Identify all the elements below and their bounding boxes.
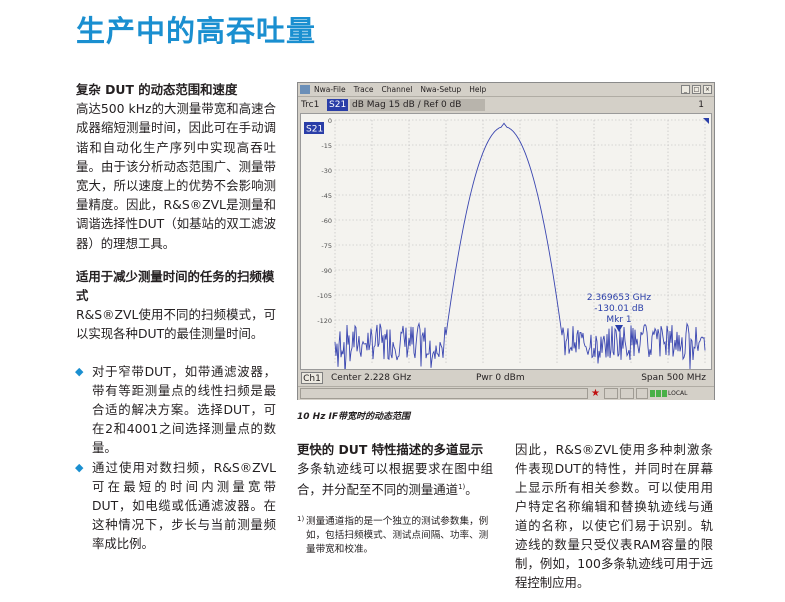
analyzer-screenshot: Nwa-File Trace Channel Nwa-Setup Help _ … xyxy=(297,82,715,400)
y-tick-label: -30 xyxy=(321,167,332,175)
marker-frequency: 2.369653 GHz xyxy=(587,293,652,303)
trace-plot-area: S21 0 -15 -30 -45 -60 -75 -90 -105 -120 2.369653 G… xyxy=(300,113,712,370)
bullet-item-linear-sweep: ◆ 对于窄带DUT，如带通滤波器，带有等距测量点的线性扫频是最合适的解决方案。选择… xyxy=(75,363,276,456)
restore-icon[interactable]: □ xyxy=(692,85,701,94)
y-tick-label: -90 xyxy=(321,267,332,275)
footnote-text: 测量通道指的是一个独立的测试参数集，例如，包括扫频模式、测试点间隔、功率、测量带… xyxy=(306,516,489,556)
left-column: 复杂 DUT 的动态范围和速度 高达500 kHz的大测量带宽和高速合成器缩短测… xyxy=(75,80,276,554)
star-icon: ★ xyxy=(591,388,600,399)
middle-column: 更快的 DUT 特性描述的多道显示 多条轨迹线可以根据要求在图中组合，并分配至不… xyxy=(297,440,493,557)
trace-plot-svg: S21 0 -15 -30 -45 -60 -75 -90 -105 -120 2.369653 G… xyxy=(304,117,709,369)
instrument-menubar: Nwa-File Trace Channel Nwa-Setup Help _ … xyxy=(298,83,714,97)
marker-level: -130.01 dB xyxy=(594,304,644,314)
frequency-span[interactable]: Span 500 MHz xyxy=(641,371,706,385)
source-power[interactable]: Pwr 0 dBm xyxy=(476,371,525,385)
status-message-cell xyxy=(300,388,588,399)
section-heading-sweep-modes: 适用于减少测量时间的任务的扫频模式 xyxy=(76,268,275,304)
page-title: 生产中的高吞吐量 xyxy=(76,14,317,48)
center-frequency[interactable]: Center 2.228 GHz xyxy=(331,371,411,385)
section-heading-multichannel: 更快的 DUT 特性描述的多道显示 xyxy=(297,442,484,457)
y-tick-label: -45 xyxy=(321,192,332,200)
status-cell xyxy=(620,388,634,399)
y-tick-label: -120 xyxy=(317,317,332,325)
instrument-statusbar: ★ LOCAL xyxy=(298,386,714,400)
footnote-mark: 1) xyxy=(297,515,305,524)
y-tick-label: -75 xyxy=(321,242,332,250)
footnote: 1) 测量通道指的是一个独立的测试参数集，例如，包括扫频模式、测试点间隔、功率、… xyxy=(297,515,493,557)
menu-item-help[interactable]: Help xyxy=(469,83,486,97)
marker-name: Mkr 1 xyxy=(606,315,631,325)
plot-tag: S21 xyxy=(306,125,323,135)
section-text-dynamic-range: 高达500 kHz的大测量带宽和高速合成器缩短测量时间，因此可在手动调谐和自动化… xyxy=(76,101,276,251)
bullet-item-log-sweep: ◆ 通过使用对数扫频，R&S®ZVL可在最短的时间内测量宽带DUT，如电缆或低通滤… xyxy=(75,459,276,552)
figure-caption: 10 Hz IF带宽时的动态范围 xyxy=(297,412,411,422)
local-indicator: LOCAL xyxy=(668,390,688,397)
trace-label[interactable]: Trc1 xyxy=(301,98,319,112)
status-leds-icon xyxy=(650,390,667,397)
close-icon[interactable]: × xyxy=(703,85,712,94)
trace-param[interactable]: S21 xyxy=(327,99,349,111)
app-system-icon[interactable] xyxy=(300,85,310,94)
diamond-bullet-icon: ◆ xyxy=(75,460,84,474)
status-cell xyxy=(604,388,618,399)
y-tick-label: -15 xyxy=(321,142,332,150)
y-tick-label: 0 xyxy=(328,117,332,125)
menu-item-channel[interactable]: Channel xyxy=(382,83,413,97)
channel-bar: Ch1 Center 2.228 GHz Pwr 0 dBm Span 500 … xyxy=(298,371,714,385)
section-heading-dynamic-range: 复杂 DUT 的动态范围和速度 xyxy=(76,82,238,97)
y-tick-label: -60 xyxy=(321,217,332,225)
trace-index: 1 xyxy=(698,100,704,110)
minimize-icon[interactable]: _ xyxy=(681,85,690,94)
section-text-sweep-modes: R&S®ZVL使用不同的扫频模式，可以实现各种DUT的最佳测量时间。 xyxy=(76,307,276,342)
menu-item-nwa-file[interactable]: Nwa-File xyxy=(314,83,346,97)
channel-label[interactable]: Ch1 xyxy=(301,372,323,384)
trace-bar: Trc1 S21 dB Mag 15 dB / Ref 0 dB 1 xyxy=(298,98,714,112)
section-text-multichannel: 多条轨迹线可以根据要求在图中组合，并分配至不同的测量通道1)。 xyxy=(297,461,493,498)
y-tick-label: -105 xyxy=(317,292,332,300)
menu-item-trace[interactable]: Trace xyxy=(354,83,374,97)
trace-format[interactable]: dB Mag 15 dB / Ref 0 dB xyxy=(350,99,485,111)
bullet-list: ◆ 对于窄带DUT，如带通滤波器，带有等距测量点的线性扫频是最合适的解决方案。选择… xyxy=(75,362,276,554)
window-controls: _ □ × xyxy=(681,85,712,94)
status-cell xyxy=(636,388,648,399)
right-column: 因此，R&S®ZVL使用多种刺激条件表现DUT的特性，并同时在屏幕上显示所有相关… xyxy=(515,442,713,590)
menu-item-nwa-setup[interactable]: Nwa-Setup xyxy=(420,83,461,97)
diamond-bullet-icon: ◆ xyxy=(75,364,84,378)
instrument-menu: Nwa-File Trace Channel Nwa-Setup Help xyxy=(314,83,486,97)
ref-level-arrow-icon xyxy=(703,118,709,124)
